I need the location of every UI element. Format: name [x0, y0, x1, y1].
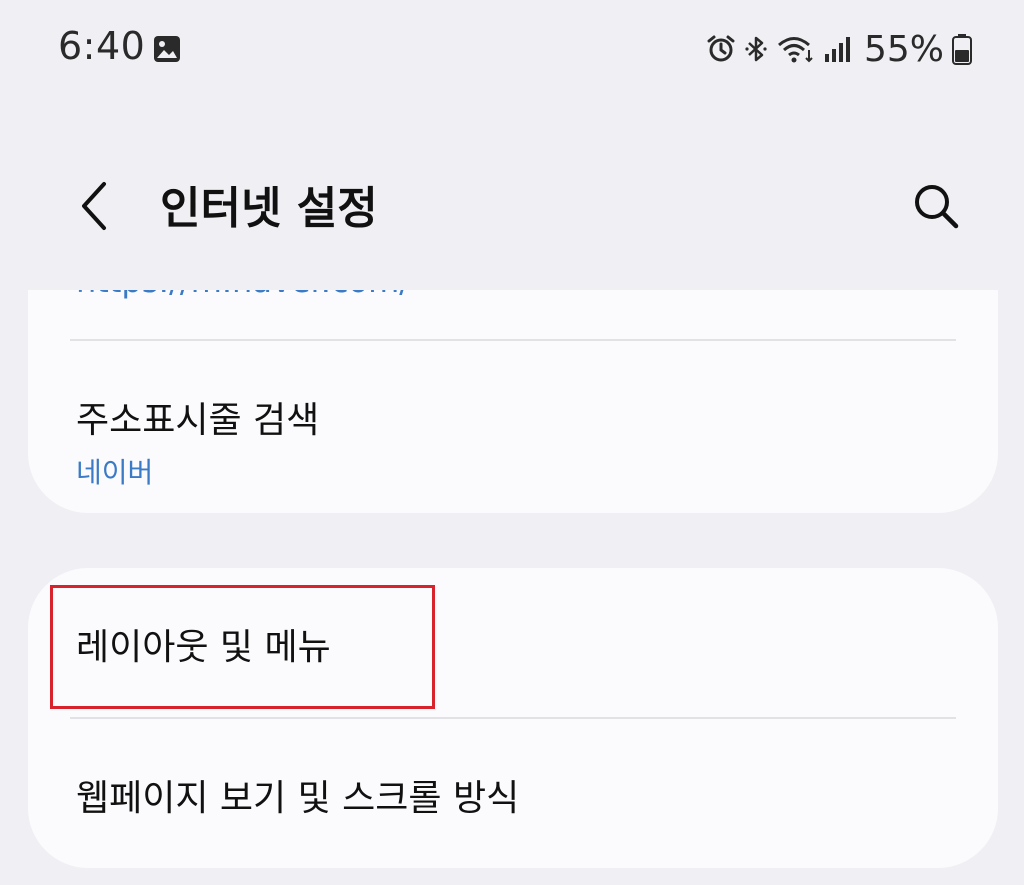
- app-bar: 인터넷 설정: [0, 150, 1024, 260]
- alarm-icon: [707, 35, 735, 62]
- settings-card-layout: 레이아웃 및 메뉴 웹페이지 보기 및 스크롤 방식: [28, 568, 998, 868]
- status-bar: 6:40 55%: [0, 0, 1024, 100]
- wifi-icon: [778, 37, 813, 63]
- page-title: 인터넷 설정: [160, 183, 378, 234]
- address-bar-search-value: 네이버: [76, 456, 154, 489]
- gallery-icon: [154, 36, 180, 62]
- webpage-view-scroll-title: 웹페이지 보기 및 스크롤 방식: [76, 778, 520, 819]
- back-button[interactable]: [64, 174, 124, 238]
- layout-and-menu-item[interactable]: 레이아웃 및 메뉴: [28, 568, 998, 717]
- bluetooth-icon: [745, 36, 767, 62]
- homepage-url-value: https://m.naver.com/: [76, 290, 410, 300]
- signal-icon: [824, 37, 850, 62]
- address-bar-search-item[interactable]: 주소표시줄 검색 네이버: [28, 341, 998, 513]
- chevron-left-icon: [82, 182, 106, 230]
- address-bar-search-title: 주소표시줄 검색: [76, 400, 320, 441]
- status-icons: 55%: [706, 24, 972, 74]
- settings-card-search: https://m.naver.com/ 주소표시줄 검색 네이버: [28, 290, 998, 513]
- settings-list: https://m.naver.com/ 주소표시줄 검색 네이버 레이아웃 및…: [0, 290, 1024, 885]
- webpage-view-scroll-item[interactable]: 웹페이지 보기 및 스크롤 방식: [28, 719, 998, 868]
- layout-and-menu-title: 레이아웃 및 메뉴: [76, 627, 331, 668]
- search-icon: [915, 185, 959, 229]
- battery-icon: [952, 34, 972, 65]
- battery-percent: 55%: [863, 28, 944, 70]
- search-button[interactable]: [904, 174, 968, 238]
- status-time: 6:40: [58, 24, 146, 68]
